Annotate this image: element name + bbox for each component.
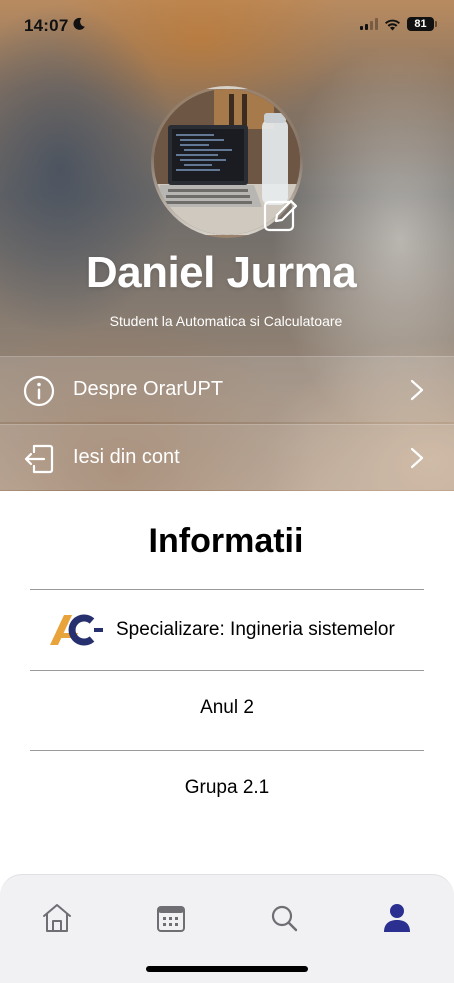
year-text: Anul 2 [200,697,254,718]
specialization-row: Specializare: Ingineria sistemelor [48,612,395,648]
status-time: 14:07 [24,16,69,35]
signal-icon [360,18,378,30]
profile-name: Daniel Jurma [85,248,357,297]
menu-item-label: Despre OrarUPT [73,378,224,400]
divider [30,750,424,751]
menu-item-label: Iesi din cont [73,446,180,468]
specialization-text: Specializare: Ingineria sistemelor [116,619,395,640]
menu-item-logout[interactable]: Iesi din cont [0,424,454,490]
divider [30,589,424,590]
wifi-icon [385,19,400,30]
battery-icon: 81 [407,17,437,31]
profile-header: 14:07 81 Daniel Jurma Student la Automat… [0,0,454,491]
profile-subtitle: Student la Automatica si Calculatoare [109,313,343,329]
divider [30,670,424,671]
ac-logo [50,614,103,646]
info-title: Informatii [148,522,304,560]
home-icon[interactable] [40,901,74,935]
logout-icon [24,444,54,474]
person-icon[interactable] [380,901,414,935]
group-text: Grupa 2.1 [184,777,270,798]
moon-icon [73,17,85,30]
status-icons: 81 [360,17,437,31]
chevron-right-icon [410,379,424,401]
status-bar: 14:07 81 [0,0,454,56]
chevron-right-icon [410,447,424,469]
calendar-icon[interactable] [154,901,188,935]
home-indicator [146,966,308,972]
search-icon[interactable] [267,901,301,935]
edit-icon[interactable] [262,196,300,234]
info-icon [23,375,55,407]
menu-item-about[interactable]: Despre OrarUPT [0,356,454,422]
